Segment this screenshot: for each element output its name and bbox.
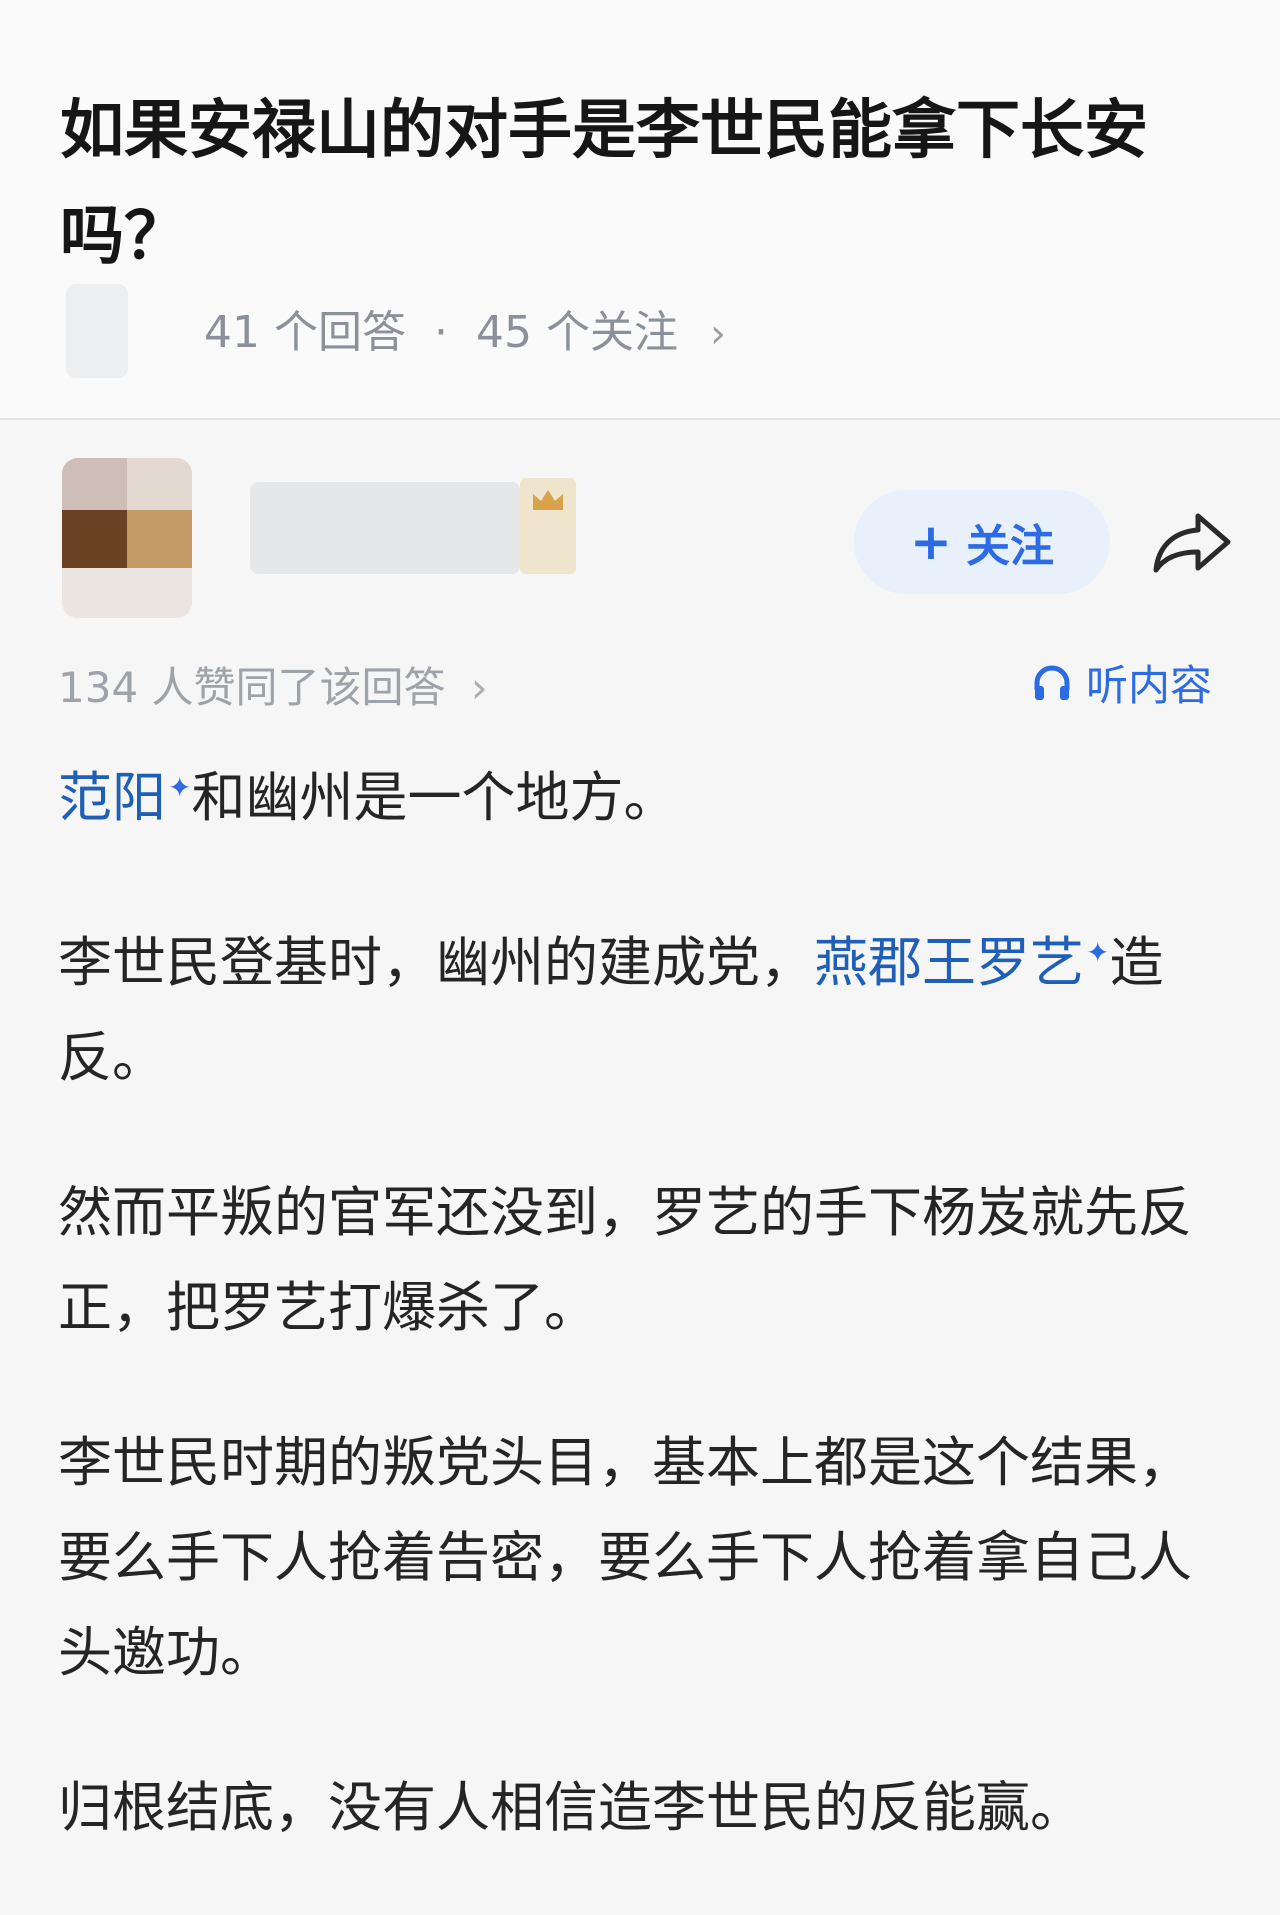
chevron-right-icon: ›: [470, 663, 488, 712]
asker-avatar: [66, 284, 128, 378]
paragraph-text: 李世民登基时，幽州的建成党，: [58, 931, 814, 994]
author-badge: [520, 478, 576, 574]
author-name-blurred[interactable]: [250, 482, 520, 574]
follow-label: 关注: [965, 521, 1054, 572]
answer-paragraph: 然而平叛的官军还没到，罗艺的手下杨岌就先反正，把罗艺打爆杀了。: [58, 1181, 1192, 1339]
listen-button[interactable]: 听内容: [1032, 652, 1212, 713]
answer-body: 范阳✦和幽州是一个地方。 李世民登基时，幽州的建成党，燕郡王罗艺✦造反。 然而平…: [58, 740, 1238, 1915]
followers-count[interactable]: 45 个关注: [476, 307, 678, 358]
upvote-summary[interactable]: 134 人赞同了该回答 ›: [58, 654, 488, 715]
listen-label: 听内容: [1086, 661, 1213, 710]
paragraph-text: 和幽州是一个地方。: [191, 766, 678, 829]
crown-icon: [533, 490, 563, 510]
question-header: 如果安禄山的对手是李世民能拿下长安吗？ 41 个回答 · 45 个关注 ›: [0, 0, 1280, 418]
share-arrow-icon[interactable]: [1150, 508, 1234, 578]
chevron-right-icon: ›: [709, 311, 726, 357]
answers-count[interactable]: 41 个回答: [204, 307, 406, 358]
answer-paragraph: 李世民登基时，幽州的建成党，燕郡王罗艺✦造反。: [58, 905, 1238, 1105]
upvote-text: 134 人赞同了该回答: [58, 663, 446, 712]
question-title[interactable]: 如果安禄山的对手是李世民能拿下长安吗？: [60, 78, 1230, 290]
answer-paragraph: 李世民时期的叛党头目，基本上都是这个结果，要么手下人抢着告密，要么手下人抢着拿自…: [58, 1431, 1192, 1684]
answer-paragraph: 范阳✦和幽州是一个地方。: [58, 740, 1238, 845]
entity-link[interactable]: 燕郡王罗艺: [814, 931, 1084, 994]
answer-paragraph: 归根结底，没有人相信造李世民的反能赢。: [58, 1776, 1084, 1839]
follow-button[interactable]: + 关注: [854, 490, 1110, 594]
sparkle-icon: ✦: [1086, 936, 1110, 969]
plus-icon: +: [910, 513, 952, 571]
question-meta[interactable]: 41 个回答 · 45 个关注 ›: [204, 296, 726, 360]
sparkle-icon: ✦: [168, 771, 192, 804]
headphones-icon: [1034, 665, 1070, 700]
entity-link[interactable]: 范阳: [58, 766, 166, 829]
author-avatar[interactable]: [62, 458, 192, 618]
meta-separator: ·: [433, 307, 448, 358]
